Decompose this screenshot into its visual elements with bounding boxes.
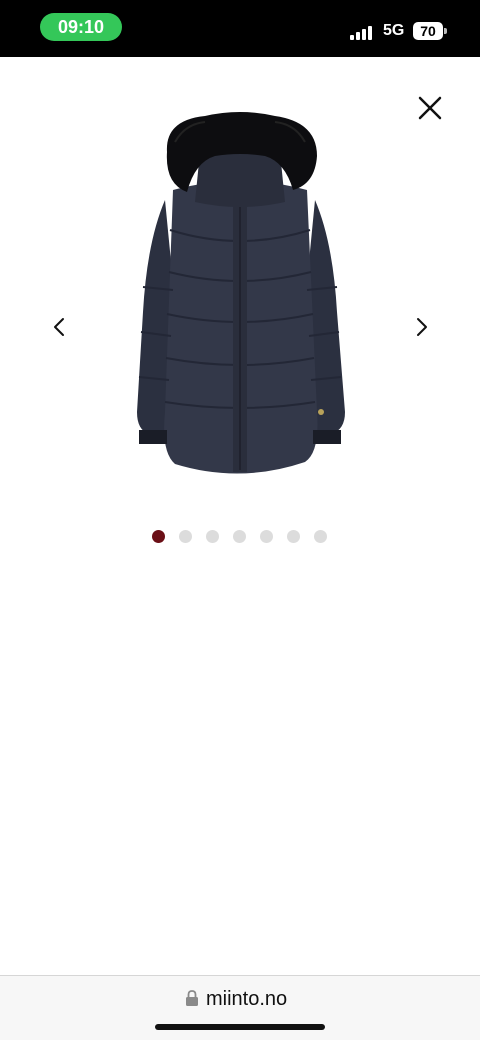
pagination-dot-2[interactable] bbox=[179, 530, 192, 543]
product-image[interactable] bbox=[125, 112, 355, 484]
close-button[interactable] bbox=[412, 90, 448, 126]
signal-strength-icon bbox=[350, 24, 376, 40]
pagination-dot-6[interactable] bbox=[287, 530, 300, 543]
previous-image-button[interactable] bbox=[46, 313, 74, 341]
close-icon bbox=[418, 96, 442, 120]
image-pagination bbox=[152, 530, 330, 544]
network-type: 5G bbox=[383, 22, 405, 39]
lock-icon bbox=[186, 990, 198, 1006]
chevron-left-icon bbox=[54, 318, 64, 336]
chevron-right-icon bbox=[417, 318, 427, 336]
home-indicator[interactable] bbox=[155, 1024, 325, 1030]
time-indicator[interactable]: 09:10 bbox=[40, 13, 122, 41]
next-image-button[interactable] bbox=[407, 313, 435, 341]
pagination-dot-7[interactable] bbox=[314, 530, 327, 543]
pagination-dot-4[interactable] bbox=[233, 530, 246, 543]
pagination-dot-1[interactable] bbox=[152, 530, 165, 543]
battery-tip bbox=[444, 28, 447, 34]
url-text[interactable]: miinto.no bbox=[206, 988, 287, 1011]
pagination-dot-5[interactable] bbox=[260, 530, 273, 543]
parka-illustration bbox=[137, 112, 345, 474]
status-bar: 09:10 5G 70 bbox=[0, 0, 480, 57]
pagination-dot-3[interactable] bbox=[206, 530, 219, 543]
browser-url-bar[interactable]: miinto.no bbox=[0, 975, 480, 1040]
battery-icon: 70 bbox=[413, 22, 443, 40]
